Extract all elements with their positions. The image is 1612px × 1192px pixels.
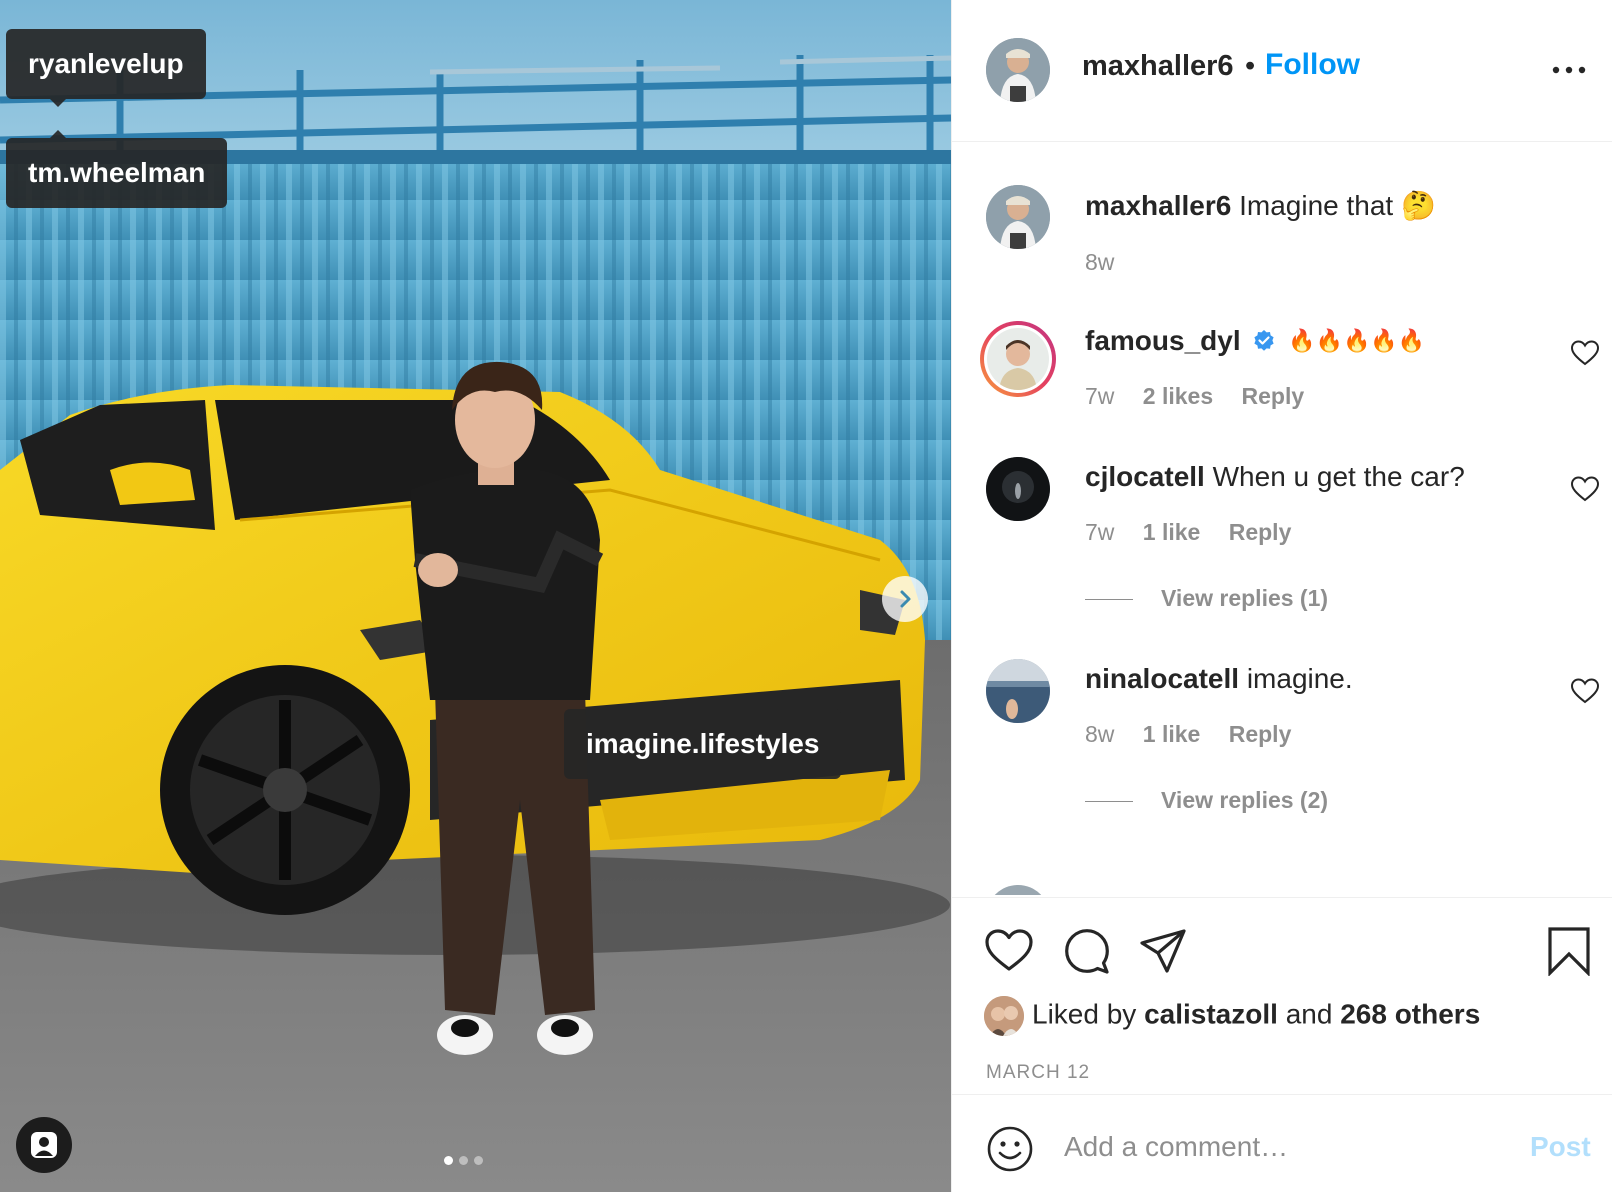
emoji-icon[interactable]	[986, 1125, 1034, 1173]
post-sidebar: maxhaller6 • Follow maxhaller6 Imagine t…	[951, 0, 1612, 1192]
replies-divider	[1085, 801, 1133, 803]
comment-input[interactable]	[1064, 1121, 1484, 1173]
follow-button[interactable]: Follow	[1265, 48, 1360, 82]
post-actions: Liked by calistazoll and 268 others MARC…	[952, 897, 1612, 1094]
share-icon[interactable]	[1138, 926, 1188, 976]
tag-pointer	[50, 130, 66, 138]
post-header: maxhaller6 • Follow	[952, 0, 1612, 142]
comment-meta: 8w	[1085, 249, 1136, 276]
tag-pointer	[692, 701, 708, 709]
bookmark-icon[interactable]	[1544, 926, 1594, 976]
comment-time[interactable]: 7w	[1085, 519, 1114, 545]
liked-by-others[interactable]: 268 others	[1340, 998, 1480, 1029]
avatar[interactable]	[986, 457, 1050, 521]
avatar-image	[984, 996, 1024, 1036]
comment-likes[interactable]: 1 like	[1143, 721, 1201, 747]
comment-text: Imagine that 🤔	[1239, 190, 1436, 221]
liker-avatar[interactable]	[984, 996, 1024, 1036]
comment-likes[interactable]: 2 likes	[1143, 383, 1213, 409]
verified-badge-icon	[1254, 330, 1274, 351]
view-replies-button[interactable]: View replies (1)	[1085, 585, 1328, 612]
carousel-indicator	[444, 1156, 483, 1165]
post-author-username[interactable]: maxhaller6	[1082, 50, 1234, 83]
view-replies-label: View replies (2)	[1161, 787, 1329, 813]
add-comment-bar: Post	[952, 1094, 1612, 1192]
avatar-image	[986, 659, 1050, 723]
avatar-image	[987, 328, 1049, 390]
liked-by-summary[interactable]: Liked by calistazoll and 268 others	[984, 996, 1480, 1036]
comment-text: 🔥🔥🔥🔥🔥	[1288, 328, 1426, 353]
comment-time[interactable]: 8w	[1085, 721, 1114, 747]
reply-button[interactable]: Reply	[1242, 383, 1305, 409]
comment-meta: 7w 1 like Reply	[1085, 519, 1313, 546]
comment-text-row: famous_dyl 🔥🔥🔥🔥🔥	[1085, 325, 1425, 357]
comment-text: imagine.	[1246, 663, 1353, 694]
carousel-dot	[474, 1156, 483, 1165]
post-photo[interactable]: ryanlevelup tm.wheelman imagine.lifestyl…	[0, 0, 951, 1192]
view-replies-label: View replies (1)	[1161, 585, 1329, 611]
heart-icon[interactable]	[984, 926, 1034, 976]
reply-button[interactable]: Reply	[1229, 721, 1292, 747]
comment-username[interactable]: maxhaller6	[1085, 190, 1231, 221]
comment-username[interactable]: ninalocatell	[1085, 663, 1239, 694]
avatar[interactable]	[986, 38, 1050, 102]
avatar-image	[986, 38, 1050, 102]
liked-by-middle: and	[1285, 998, 1333, 1030]
user-tag[interactable]: imagine.lifestyles	[564, 701, 842, 779]
post-comment-button[interactable]: Post	[1530, 1131, 1591, 1163]
user-tag[interactable]: ryanlevelup	[6, 29, 206, 107]
avatar[interactable]	[986, 885, 1050, 895]
post-date[interactable]: MARCH 12	[986, 1062, 1090, 1084]
reply-button[interactable]: Reply	[1229, 519, 1292, 545]
avatar[interactable]	[986, 659, 1050, 723]
liked-by-prefix: Liked by	[1032, 998, 1137, 1030]
comment-icon[interactable]	[1062, 926, 1112, 976]
comment-time[interactable]: 8w	[1085, 249, 1114, 275]
avatar-image	[986, 185, 1050, 249]
carousel-dot	[444, 1156, 453, 1165]
caption-text-row: maxhaller6 Imagine that 🤔	[1085, 189, 1436, 222]
comment-text-row: cjlocatell When u get the car?	[1085, 461, 1465, 493]
avatar[interactable]	[986, 185, 1050, 249]
comment-likes[interactable]: 1 like	[1143, 519, 1201, 545]
person-icon	[31, 1132, 57, 1158]
comment-text: When u get the car?	[1212, 461, 1465, 492]
liked-by-user[interactable]: calistazoll	[1144, 998, 1278, 1029]
comment-username[interactable]: cjlocatell	[1085, 461, 1205, 492]
chevron-right-icon	[900, 590, 911, 608]
avatar[interactable]	[980, 321, 1056, 397]
heart-icon[interactable]	[1570, 475, 1600, 503]
comment-time[interactable]: 7w	[1085, 383, 1114, 409]
user-tag-label: ryanlevelup	[28, 48, 184, 79]
carousel-next-button[interactable]	[882, 576, 928, 622]
view-replies-button[interactable]: View replies (2)	[1085, 787, 1328, 814]
comment-text-row: ninalocatell imagine.	[1085, 663, 1353, 695]
user-tag-label: imagine.lifestyles	[586, 728, 820, 759]
carousel-dot	[459, 1156, 468, 1165]
tagged-users-button[interactable]	[16, 1117, 72, 1173]
comment-meta: 8w 1 like Reply	[1085, 721, 1313, 748]
comment-meta: 7w 2 likes Reply	[1085, 383, 1326, 410]
separator-dot: •	[1245, 50, 1256, 82]
more-options-icon[interactable]	[1551, 60, 1587, 80]
avatar-image	[986, 457, 1050, 521]
user-tag[interactable]: tm.wheelman	[6, 130, 228, 208]
tag-pointer	[50, 99, 66, 107]
comment-username[interactable]: famous_dyl	[1085, 325, 1241, 356]
replies-divider	[1085, 599, 1133, 601]
user-tag-label: tm.wheelman	[28, 157, 206, 188]
heart-icon[interactable]	[1570, 677, 1600, 705]
heart-icon[interactable]	[1570, 339, 1600, 367]
comments-list[interactable]: maxhaller6 Imagine that 🤔 8w famous_dyl …	[952, 143, 1612, 895]
